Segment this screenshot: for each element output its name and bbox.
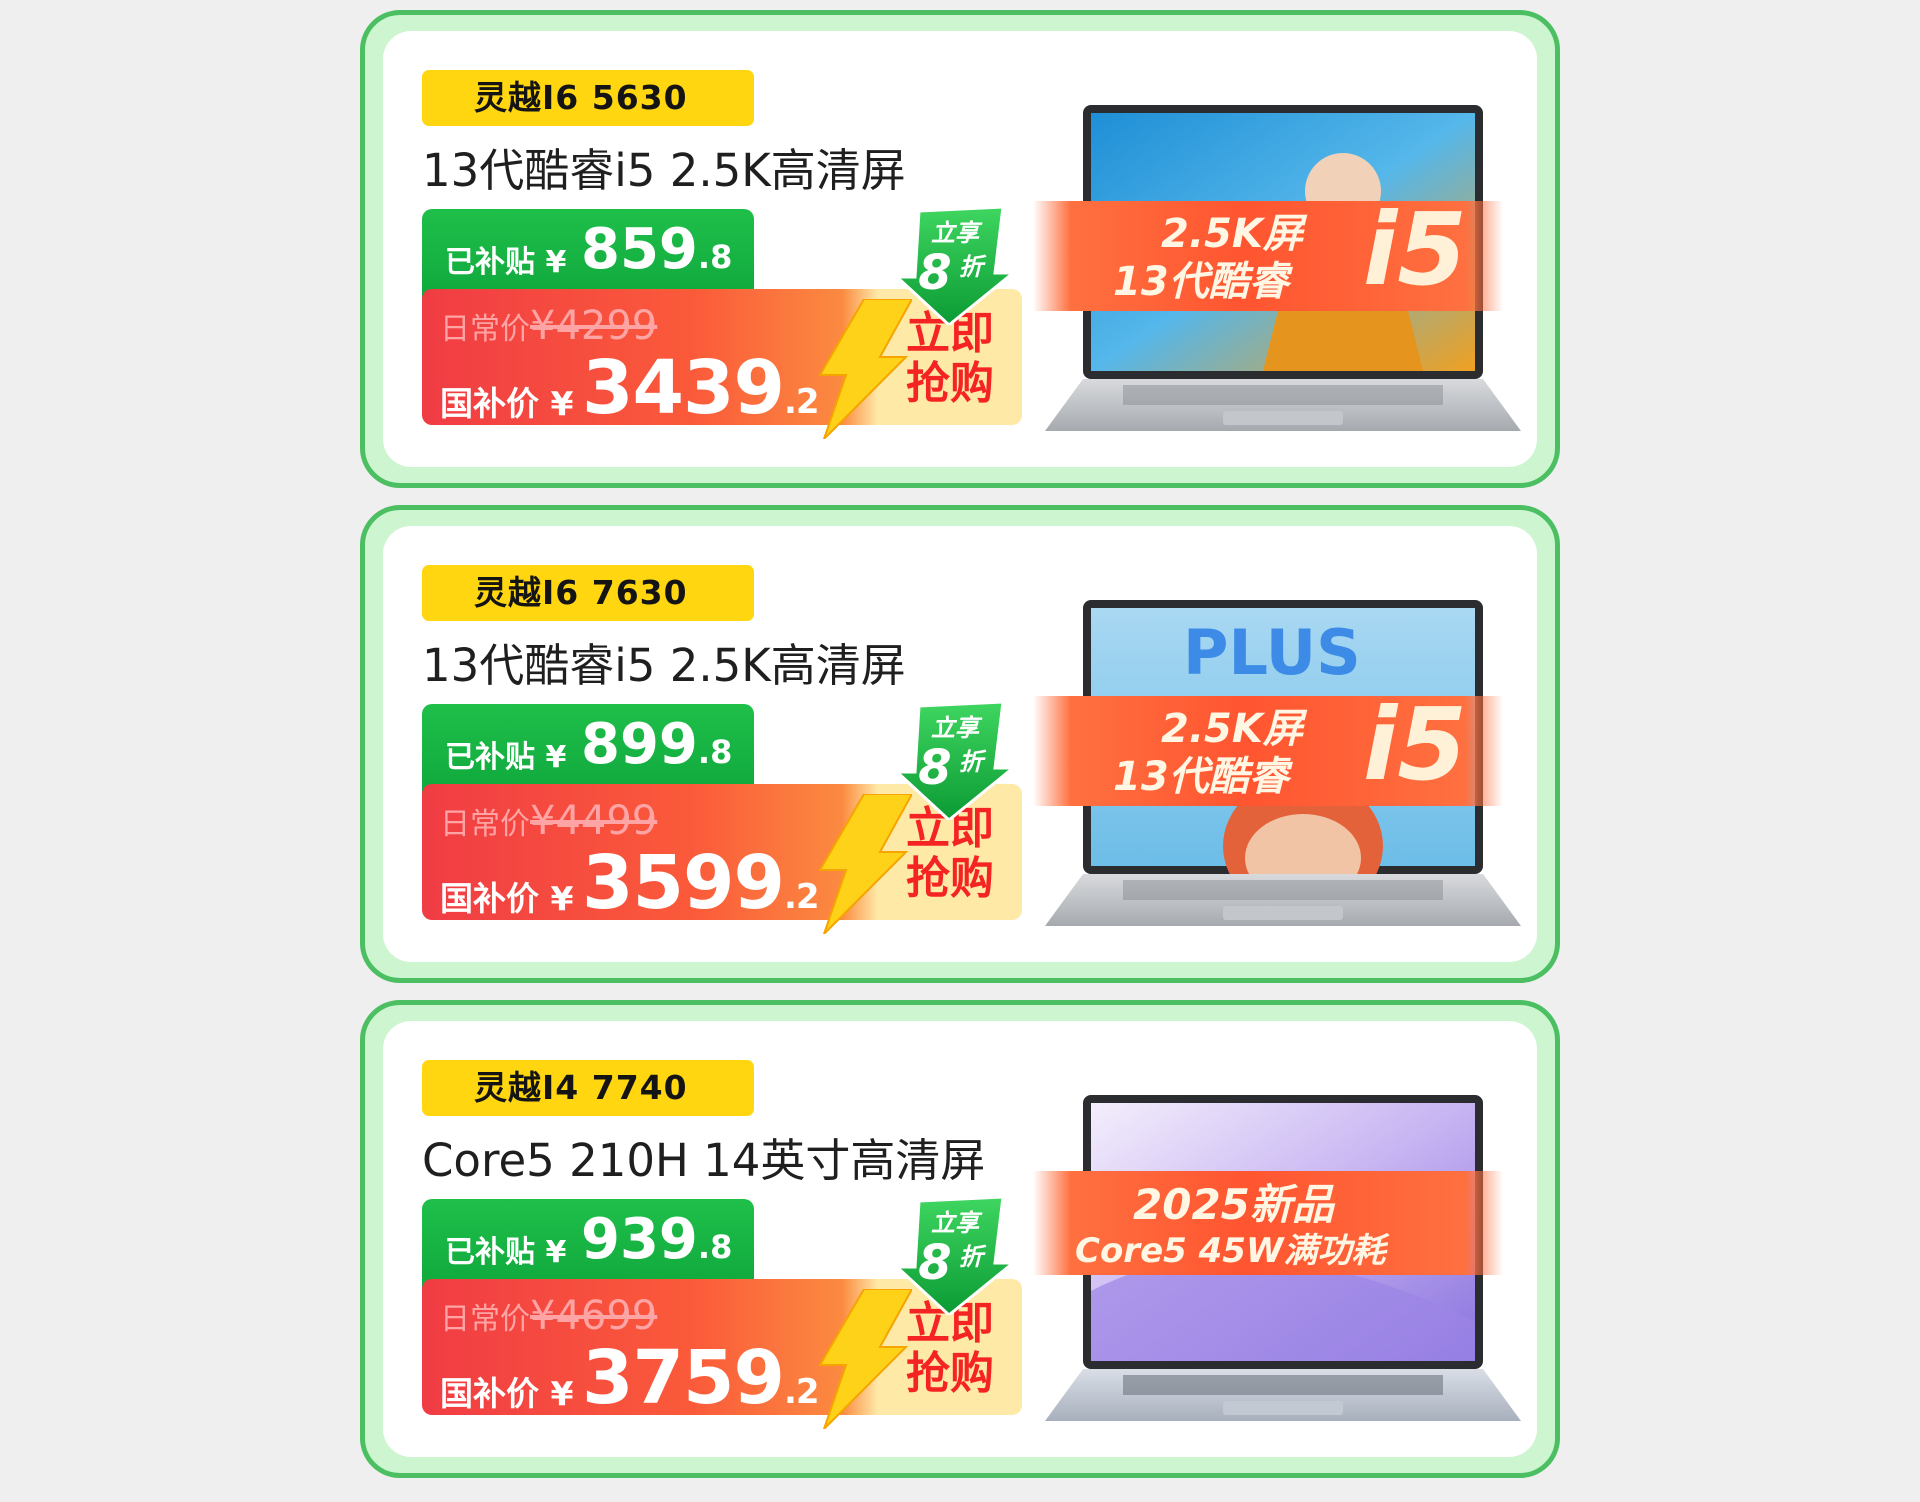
gov-int: 3759 bbox=[582, 1335, 785, 1421]
model-badge: 灵越I6 5630 bbox=[422, 70, 754, 126]
spec-line: 13代酷睿i5 2.5K高清屏 bbox=[422, 144, 906, 197]
gov-price-value: 3439.2 bbox=[582, 345, 820, 431]
subsidy-value: 899.8 bbox=[581, 712, 732, 777]
daily-price-value: ¥4699 bbox=[530, 1293, 658, 1339]
gov-price-label: 国补价 ¥ bbox=[440, 1374, 574, 1413]
daily-price: 日常价¥4699 bbox=[440, 1293, 657, 1339]
gov-price-label: 国补价 ¥ bbox=[440, 879, 574, 918]
gov-price-value: 3599.2 bbox=[582, 840, 820, 926]
gov-price-label: 国补价 ¥ bbox=[440, 384, 574, 423]
ribbon-big: i5 bbox=[1363, 191, 1467, 308]
svg-text:PLUS: PLUS bbox=[1183, 616, 1361, 689]
daily-price-value: ¥4299 bbox=[530, 303, 658, 349]
ribbon-line2: 13代酷睿 bbox=[1113, 259, 1289, 305]
discount-line1: 立享 bbox=[931, 1209, 983, 1237]
spec-line: 13代酷睿i5 2.5K高清屏 bbox=[422, 639, 906, 692]
discount-line1: 立享 bbox=[931, 219, 983, 247]
subsidy-int: 859 bbox=[581, 217, 698, 282]
model-badge: 灵越I4 7740 bbox=[422, 1060, 754, 1116]
buy-now-line2: 抢购 bbox=[906, 1348, 994, 1399]
subsidy-label: 已补贴 ¥ bbox=[445, 245, 567, 280]
card-inner: 灵越I4 7740 Core5 210H 14英寸高清屏 已补贴 ¥ 939.8… bbox=[383, 1021, 1537, 1457]
buy-now-line2: 抢购 bbox=[906, 358, 994, 409]
daily-label: 日常价 bbox=[440, 1302, 530, 1337]
discount-unit: 折 bbox=[959, 748, 987, 776]
daily-price: 日常价¥4299 bbox=[440, 303, 657, 349]
discount-num: 8 bbox=[918, 245, 951, 301]
product-card-2[interactable]: 灵越I6 7630 13代酷睿i5 2.5K高清屏 已补贴 ¥ 899.8 日常… bbox=[360, 505, 1560, 983]
card-inner: 灵越I6 5630 13代酷睿i5 2.5K高清屏 已补贴 ¥ 859.8 日常… bbox=[383, 31, 1537, 467]
discount-unit: 折 bbox=[959, 253, 987, 281]
subsidy-label: 已补贴 ¥ bbox=[445, 740, 567, 775]
product-card-1[interactable]: 灵越I6 5630 13代酷睿i5 2.5K高清屏 已补贴 ¥ 859.8 日常… bbox=[360, 10, 1560, 488]
discount-num: 8 bbox=[918, 1235, 951, 1291]
discount-arrow-badge: 立享 8 折 bbox=[895, 207, 1015, 325]
subsidy-dec: .8 bbox=[697, 238, 733, 276]
discount-arrow-badge: 立享 8 折 bbox=[895, 702, 1015, 820]
daily-label: 日常价 bbox=[440, 807, 530, 842]
subsidy-value: 859.8 bbox=[581, 217, 732, 282]
daily-price: 日常价¥4499 bbox=[440, 798, 657, 844]
gov-int: 3439 bbox=[582, 345, 785, 431]
buy-now-line2: 抢购 bbox=[906, 853, 994, 904]
spec-line: Core5 210H 14英寸高清屏 bbox=[422, 1134, 986, 1187]
daily-price-value: ¥4499 bbox=[530, 798, 658, 844]
discount-arrow-badge: 立享 8 折 bbox=[895, 1197, 1015, 1315]
gov-int: 3599 bbox=[582, 840, 785, 926]
subsidy-value: 939.8 bbox=[581, 1207, 732, 1272]
ribbon-line2: Core5 45W满功耗 bbox=[1075, 1231, 1386, 1271]
ribbon-big: i5 bbox=[1363, 686, 1467, 803]
subsidy-int: 939 bbox=[581, 1207, 698, 1272]
product-card-3[interactable]: 灵越I4 7740 Core5 210H 14英寸高清屏 已补贴 ¥ 939.8… bbox=[360, 1000, 1560, 1478]
subsidy-dec: .8 bbox=[697, 1228, 733, 1266]
discount-unit: 折 bbox=[959, 1243, 987, 1271]
subsidy-int: 899 bbox=[581, 712, 698, 777]
discount-line1: 立享 bbox=[931, 714, 983, 742]
promo-ribbon: 2.5K屏 13代酷睿 i5 bbox=[1033, 195, 1503, 311]
card-inner: 灵越I6 7630 13代酷睿i5 2.5K高清屏 已补贴 ¥ 899.8 日常… bbox=[383, 526, 1537, 962]
ribbon-line2: 13代酷睿 bbox=[1113, 754, 1289, 800]
daily-label: 日常价 bbox=[440, 312, 530, 347]
promo-ribbon: 2.5K屏 13代酷睿 i5 bbox=[1033, 690, 1503, 806]
gov-price-value: 3759.2 bbox=[582, 1335, 820, 1421]
model-badge: 灵越I6 7630 bbox=[422, 565, 754, 621]
subsidy-label: 已补贴 ¥ bbox=[445, 1235, 567, 1270]
subsidy-dec: .8 bbox=[697, 733, 733, 771]
discount-num: 8 bbox=[918, 740, 951, 796]
promo-ribbon: 2025新品 Core5 45W满功耗 bbox=[1033, 1171, 1503, 1275]
